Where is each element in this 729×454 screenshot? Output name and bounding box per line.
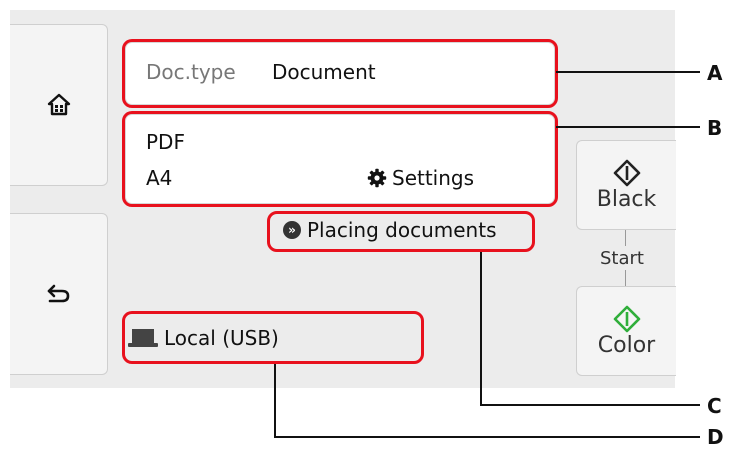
black-label: Black: [596, 186, 657, 212]
gear-icon: [367, 168, 387, 188]
settings-link[interactable]: Settings: [367, 166, 474, 190]
double-chevron-icon: »: [283, 221, 301, 239]
placing-documents-link[interactable]: » Placing documents: [283, 218, 496, 242]
save-location-label: Local (USB): [164, 326, 279, 350]
start-divider-bottom: [625, 270, 626, 286]
diamond-start-color-icon: [613, 305, 640, 332]
leader-line-a: [556, 71, 700, 73]
placing-documents-label: Placing documents: [307, 218, 497, 242]
color-start-button[interactable]: Color: [576, 286, 676, 376]
callout-letter-d: D: [707, 425, 724, 449]
doc-type-value: Document: [272, 60, 376, 84]
paper-size: A4: [146, 166, 173, 190]
black-start-button[interactable]: Black: [576, 140, 676, 230]
laptop-icon: [128, 329, 158, 347]
settings-label: Settings: [392, 166, 475, 190]
save-location-button[interactable]: Local (USB): [128, 326, 279, 350]
callout-letter-c: C: [707, 394, 722, 418]
callout-letter-a: A: [707, 61, 723, 85]
color-label: Color: [597, 332, 656, 358]
leader-line-d-vertical: [274, 364, 276, 438]
file-format: PDF: [146, 130, 185, 154]
back-icon: [47, 284, 69, 303]
start-label: Start: [600, 248, 644, 269]
back-button[interactable]: [10, 213, 108, 375]
home-icon: [47, 93, 70, 116]
home-button[interactable]: [10, 24, 108, 186]
callout-letter-b: B: [707, 116, 723, 140]
start-divider-top: [625, 230, 626, 246]
leader-line-d-horizontal: [274, 436, 700, 438]
leader-line-b: [556, 126, 700, 128]
leader-line-c-horizontal: [480, 404, 700, 406]
leader-line-c-vertical: [480, 252, 482, 406]
file-settings-button[interactable]: [126, 115, 554, 203]
doc-type-label: Doc.type: [146, 60, 236, 84]
diamond-start-icon: [613, 159, 640, 186]
